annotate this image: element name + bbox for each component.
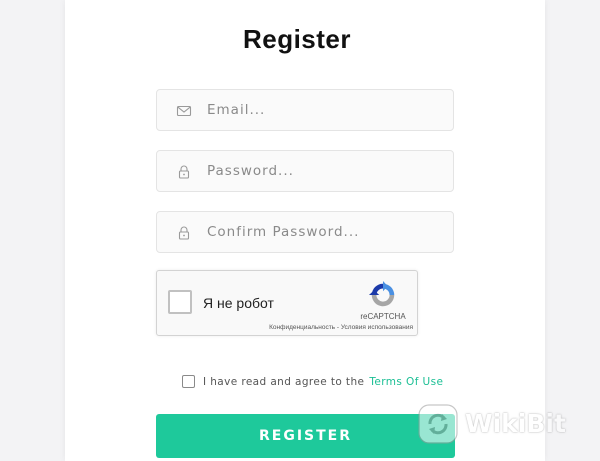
recaptcha-brand: reCAPTCHA [360, 312, 406, 321]
confirm-password-field-container[interactable] [156, 211, 454, 253]
email-field-container[interactable] [156, 89, 454, 131]
lock-icon [178, 165, 190, 179]
mail-icon [176, 105, 192, 117]
email-input[interactable] [207, 90, 447, 130]
recaptcha-logo-icon [368, 280, 395, 307]
terms-checkbox[interactable] [182, 375, 195, 389]
terms-of-use-link[interactable]: Terms Of Use [369, 376, 443, 388]
terms-agreement-text: I have read and agree to the [203, 375, 365, 388]
page-title: Register [242, 24, 352, 54]
recaptcha-privacy-terms-links[interactable]: Конфиденциальность - Условия использован… [249, 324, 413, 331]
recaptcha-widget: Я не робот reCAPTCHA Конфиденциальность … [156, 270, 418, 336]
password-input[interactable] [207, 151, 447, 191]
recaptcha-label: Я не робот [203, 295, 274, 311]
password-field-container[interactable] [156, 150, 454, 192]
recaptcha-checkbox[interactable] [168, 290, 192, 314]
lock-icon [178, 226, 190, 240]
terms-agreement: I have read and agree to the Terms Of Use [182, 373, 443, 389]
register-button[interactable]: REGISTER [156, 414, 455, 458]
confirm-password-input[interactable] [207, 212, 447, 252]
